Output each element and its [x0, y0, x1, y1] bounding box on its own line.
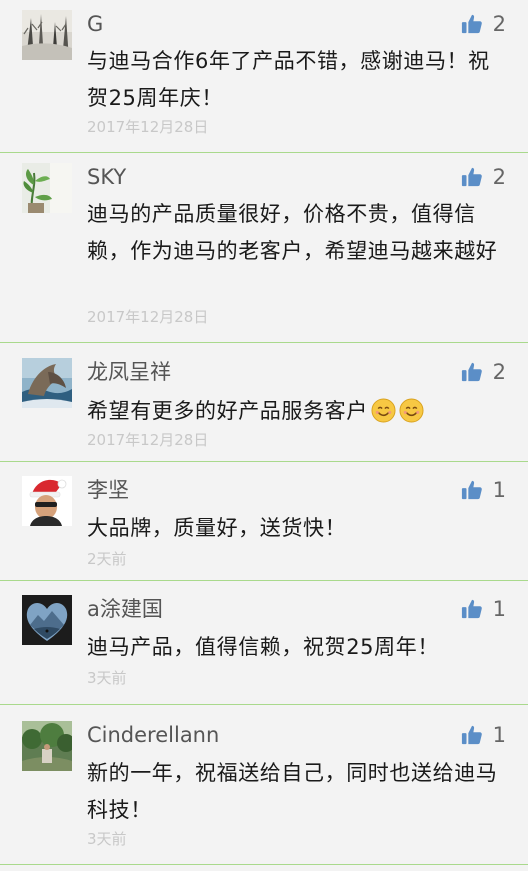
thumbs-up-icon: [461, 14, 482, 34]
comment-text: 与迪马合作6年了产品不错，感谢迪马！祝贺25周年庆！: [87, 49, 490, 110]
like-button[interactable]: 2: [461, 10, 506, 38]
comment-item: 龙凤呈祥 2 希望有更多的好产品服务客户 2017年12月28日: [0, 343, 528, 462]
comment-text: 新的一年，祝福送给自己，同时也送给迪马科技！: [87, 761, 498, 822]
user-avatar[interactable]: [22, 358, 72, 408]
like-button[interactable]: 1: [461, 476, 506, 504]
thumbs-up-icon: [461, 362, 482, 382]
comment-text: 大品牌，质量好，送货快！: [87, 516, 347, 540]
like-count: 2: [492, 165, 506, 189]
user-name: SKY: [87, 165, 127, 189]
user-avatar[interactable]: [22, 163, 72, 213]
comment-text-body: 希望有更多的好产品服务客户: [87, 399, 368, 423]
user-avatar[interactable]: [22, 721, 72, 771]
comment-date: 3天前: [87, 830, 127, 848]
comment-list: G 2 与迪马合作6年了产品不错，感谢迪马！祝贺25周年庆！ 2017年12月2…: [0, 0, 528, 871]
thumbs-up-icon: [461, 725, 482, 745]
comment-text: 迪马的产品质量很好，价格不贵，值得信赖，作为迪马的老客户，希望迪马越来越好: [87, 202, 498, 263]
comment-date: 3天前: [87, 669, 127, 687]
like-button[interactable]: 1: [461, 721, 506, 749]
user-name: a涂建国: [87, 597, 163, 621]
thumbs-up-icon: [461, 599, 482, 619]
like-button[interactable]: 2: [461, 358, 506, 386]
comment-date: 2017年12月28日: [87, 308, 209, 326]
user-avatar[interactable]: [22, 476, 72, 526]
user-avatar[interactable]: [22, 10, 72, 60]
comment-date: 2017年12月28日: [87, 431, 209, 449]
comment-date: 2017年12月28日: [87, 118, 209, 136]
thumbs-up-icon: [461, 167, 482, 187]
comment-item: G 2 与迪马合作6年了产品不错，感谢迪马！祝贺25周年庆！ 2017年12月2…: [0, 0, 528, 153]
user-name: 龙凤呈祥: [87, 360, 171, 384]
comment-date: 2天前: [87, 550, 127, 568]
like-count: 1: [492, 478, 506, 502]
comment-item: SKY 2 迪马的产品质量很好，价格不贵，值得信赖，作为迪马的老客户，希望迪马越…: [0, 153, 528, 343]
comment-text: 希望有更多的好产品服务客户: [87, 393, 505, 430]
like-button[interactable]: 1: [461, 595, 506, 623]
like-button[interactable]: 2: [461, 163, 506, 191]
like-count: 1: [492, 723, 506, 747]
user-name: Cinderellann: [87, 723, 220, 747]
comment-item: a涂建国 1 迪马产品，值得信赖，祝贺25周年！ 3天前: [0, 581, 528, 705]
user-name: 李坚: [87, 478, 129, 502]
comment-item: 李坚 1 大品牌，质量好，送货快！ 2天前: [0, 462, 528, 581]
user-name: G: [87, 12, 104, 36]
smile-emoji-icon: [371, 398, 396, 423]
comment-text: 迪马产品，值得信赖，祝贺25周年！: [87, 635, 439, 659]
like-count: 2: [492, 360, 506, 384]
user-avatar[interactable]: [22, 595, 72, 645]
comment-item: Cinderellann 1 新的一年，祝福送给自己，同时也送给迪马科技！ 3天…: [0, 705, 528, 865]
smile-emoji-icon: [399, 398, 424, 423]
like-count: 2: [492, 12, 506, 36]
thumbs-up-icon: [461, 480, 482, 500]
like-count: 1: [492, 597, 506, 621]
